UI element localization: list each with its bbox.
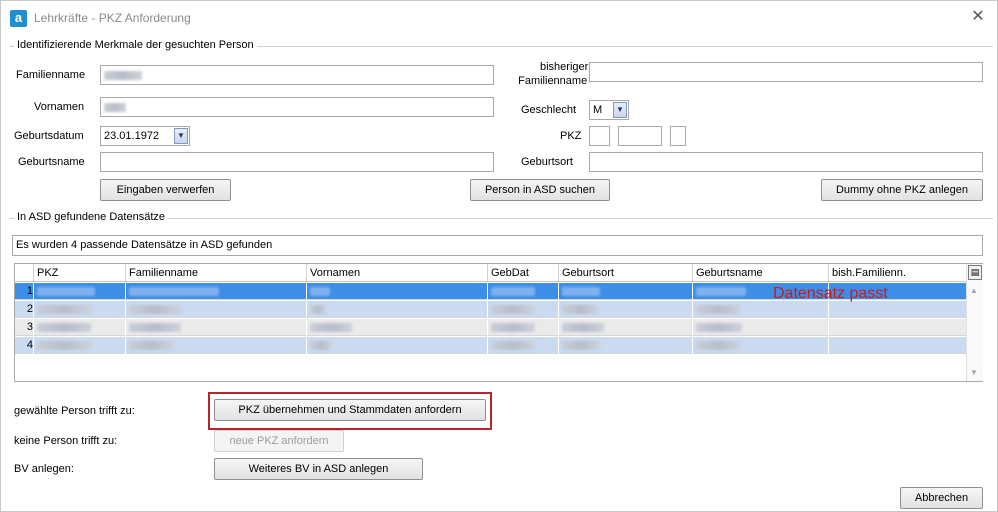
cell-geburtsort — [558, 337, 692, 354]
bv-label: BV anlegen: — [14, 463, 74, 475]
cell-geburtsname — [692, 301, 828, 318]
cell-geburtsort — [558, 301, 692, 318]
cell-geburtsort — [558, 283, 692, 300]
pkz-field-2[interactable] — [618, 126, 662, 146]
column-chooser-icon[interactable]: ▤ — [968, 265, 982, 280]
row-number: 1 — [26, 285, 33, 297]
cell-pkz — [33, 319, 125, 336]
add-bv-button[interactable]: Weiteres BV in ASD anlegen — [214, 458, 423, 480]
window-title: Lehrkräfte - PKZ Anforderung — [34, 11, 191, 25]
cell-vornamen — [306, 283, 487, 300]
cell-familienname — [125, 337, 306, 354]
familienname-field[interactable] — [100, 65, 494, 85]
cell-pkz — [33, 337, 125, 354]
geburtsdatum-label: Geburtsdatum — [14, 130, 84, 142]
column-header-pkz[interactable]: PKZ — [33, 264, 125, 282]
geschlecht-label: Geschlecht — [521, 104, 577, 116]
cell-vornamen — [306, 301, 487, 318]
search-group-title: Identifizierende Merkmale der gesuchten … — [14, 39, 257, 51]
cell-pkz — [33, 301, 125, 318]
scroll-up-icon[interactable]: ▲ — [970, 286, 978, 295]
cell-bish-familienname — [828, 337, 966, 354]
bisheriger-label-line2: Familienname — [518, 75, 588, 87]
search-person-button[interactable]: Person in ASD suchen — [470, 179, 610, 201]
close-icon[interactable]: ✕ — [965, 6, 991, 28]
cell-geburtsname — [692, 319, 828, 336]
results-table[interactable]: PKZ Familienname Vornamen GebDat Geburts… — [14, 263, 983, 382]
geburtsdatum-field[interactable]: 23.01.1972 ▼ — [100, 126, 190, 146]
column-header-vornamen[interactable]: Vornamen — [306, 264, 487, 282]
bisheriger-familienname-field[interactable] — [589, 62, 983, 82]
cell-gebdat — [487, 337, 558, 354]
pkz-field-1[interactable] — [589, 126, 610, 146]
row-number: 3 — [26, 321, 33, 333]
column-header-bish-familienname[interactable]: bish.Familienn. — [828, 264, 966, 282]
cell-bish-familienname — [828, 301, 966, 318]
result-status-text: Es wurden 4 passende Datensätze in ASD g… — [12, 235, 983, 256]
row-number: 2 — [26, 303, 33, 315]
table-row[interactable]: 4 — [15, 337, 966, 354]
app-logo-icon: a — [10, 10, 27, 27]
geburtsort-label: Geburtsort — [521, 156, 573, 168]
cell-geburtsname — [692, 337, 828, 354]
chosen-person-label: gewählte Person trifft zu: — [14, 405, 135, 417]
cell-pkz — [33, 283, 125, 300]
cell-familienname — [125, 319, 306, 336]
vornamen-label: Vornamen — [34, 101, 85, 113]
geschlecht-value: M — [593, 104, 603, 116]
table-scrollbar[interactable]: ▤ ▲ ▼ — [966, 264, 983, 381]
bisheriger-familienname-label: bisheriger Familienname — [518, 60, 589, 88]
column-header-geburtsname[interactable]: Geburtsname — [692, 264, 828, 282]
results-group-title: In ASD gefundene Datensätze — [14, 211, 168, 223]
discard-inputs-button[interactable]: Eingaben verwerfen — [100, 179, 231, 201]
table-row[interactable]: 2 — [15, 301, 966, 318]
vornamen-field[interactable] — [100, 97, 494, 117]
new-pkz-button[interactable]: neue PKZ anfordern — [214, 430, 344, 452]
cell-familienname — [125, 301, 306, 318]
row-number: 4 — [26, 339, 33, 351]
no-person-label: keine Person trifft zu: — [14, 435, 118, 447]
table-row[interactable]: 3 — [15, 319, 966, 336]
cell-vornamen — [306, 319, 487, 336]
column-header-gebdat[interactable]: GebDat — [487, 264, 558, 282]
cell-vornamen — [306, 337, 487, 354]
column-header-geburtsort[interactable]: Geburtsort — [558, 264, 692, 282]
cell-gebdat — [487, 319, 558, 336]
cell-gebdat — [487, 301, 558, 318]
cell-gebdat — [487, 283, 558, 300]
scroll-down-icon[interactable]: ▼ — [970, 368, 978, 377]
bisheriger-label-line1: bisheriger — [540, 61, 589, 73]
cell-familienname — [125, 283, 306, 300]
pkz-label: PKZ — [560, 130, 582, 142]
table-header: PKZ Familienname Vornamen GebDat Geburts… — [15, 264, 966, 282]
pkz-request-window: a Lehrkräfte - PKZ Anforderung ✕ Identif… — [0, 0, 998, 512]
cell-bish-familienname — [828, 319, 966, 336]
geburtsort-field[interactable] — [589, 152, 983, 172]
dummy-without-pkz-button[interactable]: Dummy ohne PKZ anlegen — [821, 179, 983, 201]
redacted-value — [104, 102, 126, 112]
familienname-label: Familienname — [16, 69, 86, 81]
cell-geburtsort — [558, 319, 692, 336]
title-bar: a Lehrkräfte - PKZ Anforderung ✕ — [1, 1, 997, 33]
redacted-value — [104, 70, 142, 80]
cancel-button[interactable]: Abbrechen — [900, 487, 983, 509]
take-pkz-button[interactable]: PKZ übernehmen und Stammdaten anfordern — [214, 399, 486, 421]
chevron-down-icon[interactable]: ▼ — [613, 102, 627, 118]
geburtsname-field[interactable] — [100, 152, 494, 172]
match-annotation: Datensatz passt — [773, 285, 888, 302]
geburtsdatum-value: 23.01.1972 — [104, 130, 160, 142]
pkz-field-3[interactable] — [670, 126, 686, 146]
geschlecht-select[interactable]: M ▼ — [589, 100, 629, 120]
column-header-familienname[interactable]: Familienname — [125, 264, 306, 282]
chevron-down-icon[interactable]: ▼ — [174, 128, 188, 144]
geburtsname-label: Geburtsname — [18, 156, 85, 168]
